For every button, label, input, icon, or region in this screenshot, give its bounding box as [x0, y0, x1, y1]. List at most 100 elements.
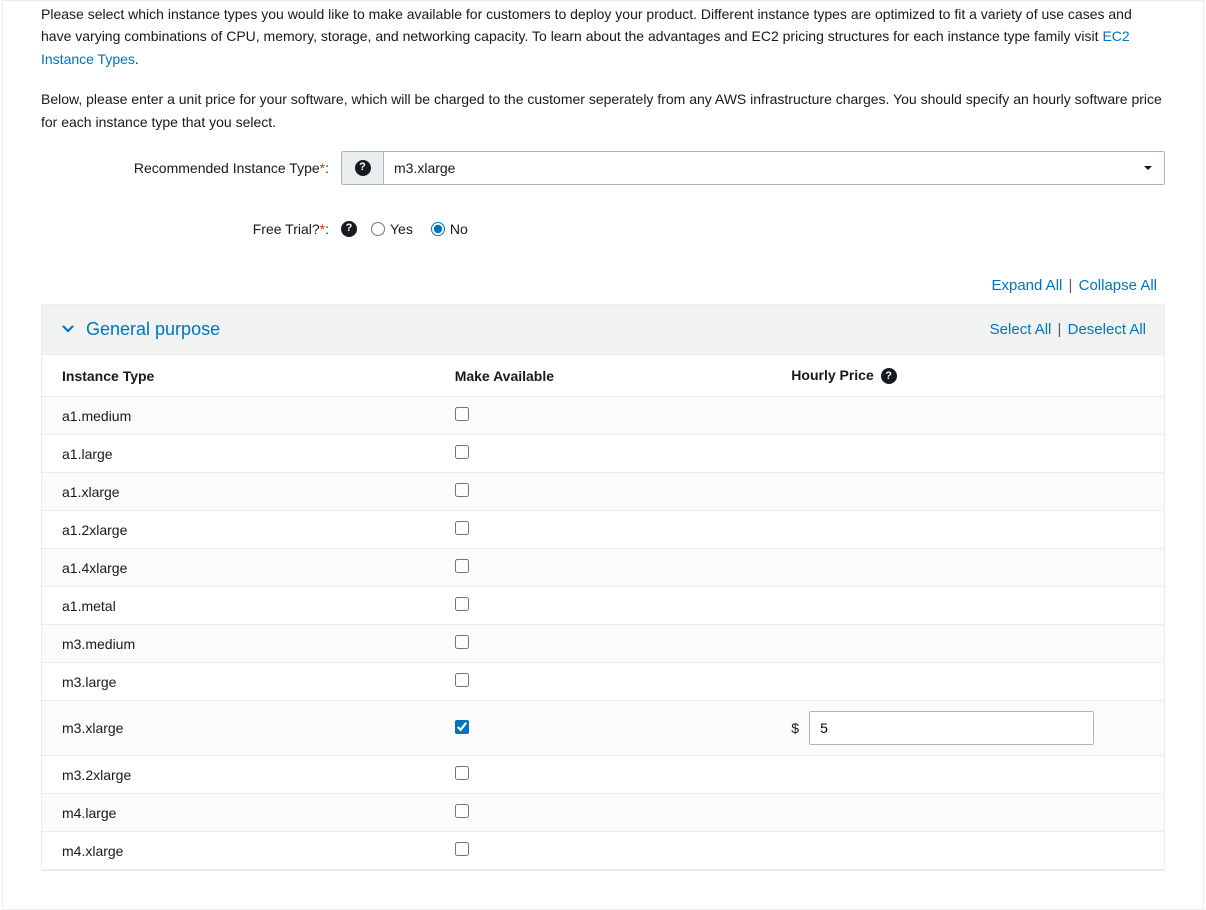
instance-type-cell: a1.large — [42, 435, 435, 473]
category-actions: Select All | Deselect All — [990, 321, 1146, 338]
make-available-cell — [435, 663, 772, 701]
help-icon[interactable]: ? — [881, 368, 897, 384]
make-available-checkbox[interactable] — [455, 673, 469, 687]
table-row: m3.large — [42, 663, 1164, 701]
free-trial-no-option[interactable]: No — [431, 221, 468, 237]
free-trial-label-cell: Free Trial?*: — [41, 221, 341, 237]
instance-type-cell: m3.large — [42, 663, 435, 701]
instance-type-table: Instance Type Make Available Hourly Pric… — [42, 355, 1164, 870]
make-available-cell — [435, 756, 772, 794]
table-row: a1.metal — [42, 587, 1164, 625]
help-icon: ? — [355, 160, 371, 176]
make-available-cell — [435, 473, 772, 511]
free-trial-row: Free Trial?*: ? Yes No — [41, 221, 1165, 237]
expand-collapse-controls: Expand All | Collapse All — [41, 277, 1157, 294]
make-available-cell — [435, 832, 772, 870]
recommended-instance-row: Recommended Instance Type*: ? m3.xlarge — [41, 151, 1165, 185]
instance-type-cell: a1.xlarge — [42, 473, 435, 511]
hourly-price-cell — [771, 473, 1164, 511]
instance-type-cell: a1.2xlarge — [42, 511, 435, 549]
instance-type-cell: m3.medium — [42, 625, 435, 663]
table-header-row: Instance Type Make Available Hourly Pric… — [42, 355, 1164, 397]
table-row: a1.xlarge — [42, 473, 1164, 511]
make-available-cell — [435, 794, 772, 832]
category-general-purpose: General purpose Select All | Deselect Al… — [41, 304, 1165, 871]
hourly-price-cell — [771, 832, 1164, 870]
make-available-cell — [435, 587, 772, 625]
make-available-cell — [435, 397, 772, 435]
instance-type-cell: m4.large — [42, 794, 435, 832]
instance-type-cell: a1.medium — [42, 397, 435, 435]
make-available-checkbox[interactable] — [455, 720, 469, 734]
make-available-cell — [435, 435, 772, 473]
table-row: m3.2xlarge — [42, 756, 1164, 794]
hourly-price-cell — [771, 794, 1164, 832]
instance-type-cell: m4.xlarge — [42, 832, 435, 870]
recommended-help-button[interactable]: ? — [341, 151, 383, 185]
make-available-checkbox[interactable] — [455, 804, 469, 818]
intro-p1-a: Please select which instance types you w… — [41, 6, 1132, 44]
hourly-price-cell — [771, 397, 1164, 435]
free-trial-yes-radio[interactable] — [371, 222, 385, 236]
make-available-cell — [435, 549, 772, 587]
separator: | — [1058, 321, 1062, 338]
intro-p1-b: . — [135, 51, 139, 67]
col-hourly-price-label: Hourly Price — [791, 367, 873, 383]
help-icon[interactable]: ? — [341, 221, 357, 237]
free-trial-label: Free Trial? — [253, 221, 320, 237]
make-available-cell — [435, 701, 772, 756]
hourly-price-cell — [771, 625, 1164, 663]
pricing-config-panel: Please select which instance types you w… — [2, 0, 1204, 910]
hourly-price-cell — [771, 756, 1164, 794]
hourly-price-input[interactable] — [809, 711, 1094, 745]
label-colon: : — [325, 160, 329, 176]
make-available-cell — [435, 511, 772, 549]
recommended-instance-select[interactable]: m3.xlarge — [383, 151, 1165, 185]
hourly-price-cell — [771, 663, 1164, 701]
chevron-down-icon — [60, 320, 76, 339]
select-all-link[interactable]: Select All — [990, 321, 1052, 338]
hourly-price-cell — [771, 587, 1164, 625]
hourly-price-cell — [771, 435, 1164, 473]
instance-type-cell: a1.metal — [42, 587, 435, 625]
make-available-checkbox[interactable] — [455, 483, 469, 497]
table-row: m3.medium — [42, 625, 1164, 663]
table-row: m4.xlarge — [42, 832, 1164, 870]
category-title: General purpose — [86, 319, 220, 340]
free-trial-yes-option[interactable]: Yes — [371, 221, 413, 237]
separator: | — [1069, 277, 1073, 294]
label-colon: : — [325, 221, 329, 237]
instance-type-cell: m3.2xlarge — [42, 756, 435, 794]
hourly-price-cell — [771, 549, 1164, 587]
table-row: a1.4xlarge — [42, 549, 1164, 587]
free-trial-no-radio[interactable] — [431, 222, 445, 236]
make-available-checkbox[interactable] — [455, 766, 469, 780]
hourly-price-cell: $ — [771, 701, 1164, 756]
free-trial-no-label: No — [450, 221, 468, 237]
intro-text: Please select which instance types you w… — [41, 1, 1165, 133]
make-available-checkbox[interactable] — [455, 445, 469, 459]
table-row: m3.xlarge $ — [42, 701, 1164, 756]
make-available-cell — [435, 625, 772, 663]
category-toggle[interactable]: General purpose — [60, 319, 220, 340]
collapse-all-link[interactable]: Collapse All — [1079, 277, 1157, 294]
hourly-price-cell — [771, 511, 1164, 549]
instance-type-cell: a1.4xlarge — [42, 549, 435, 587]
free-trial-yes-label: Yes — [390, 221, 413, 237]
make-available-checkbox[interactable] — [455, 521, 469, 535]
make-available-checkbox[interactable] — [455, 635, 469, 649]
make-available-checkbox[interactable] — [455, 842, 469, 856]
recommended-label-cell: Recommended Instance Type*: — [41, 160, 341, 176]
deselect-all-link[interactable]: Deselect All — [1068, 321, 1146, 338]
recommended-label: Recommended Instance Type — [134, 160, 320, 176]
make-available-checkbox[interactable] — [455, 597, 469, 611]
expand-all-link[interactable]: Expand All — [991, 277, 1062, 294]
col-hourly-price: Hourly Price ? — [771, 355, 1164, 397]
make-available-checkbox[interactable] — [455, 559, 469, 573]
table-row: a1.medium — [42, 397, 1164, 435]
col-make-available: Make Available — [435, 355, 772, 397]
make-available-checkbox[interactable] — [455, 407, 469, 421]
table-row: a1.2xlarge — [42, 511, 1164, 549]
instance-type-cell: m3.xlarge — [42, 701, 435, 756]
free-trial-options: Yes No — [367, 221, 468, 237]
